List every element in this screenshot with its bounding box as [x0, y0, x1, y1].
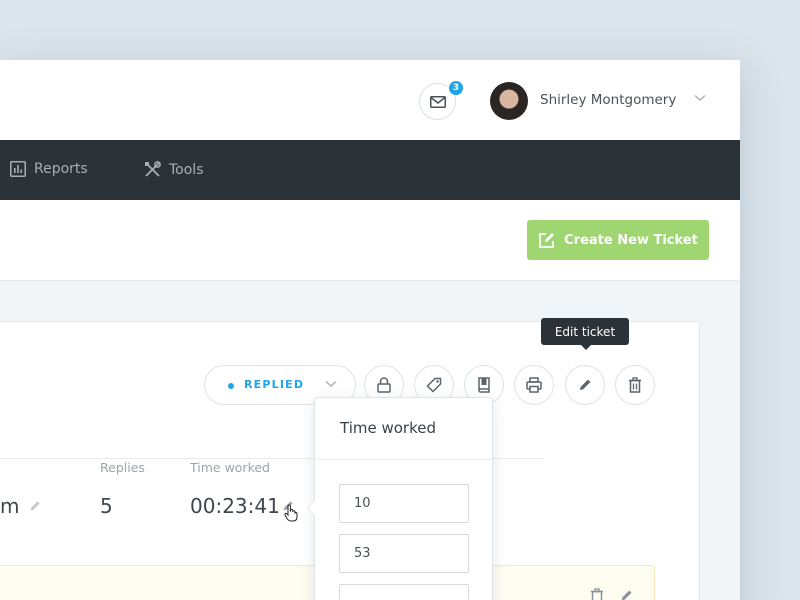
tools-icon	[145, 161, 161, 177]
lock-icon	[377, 377, 391, 393]
chevron-down-icon[interactable]	[694, 94, 706, 102]
pencil-icon[interactable]	[620, 589, 633, 600]
seconds-input[interactable]	[339, 584, 469, 600]
printer-icon	[526, 377, 542, 393]
nav-item-tools[interactable]: Tools	[144, 161, 204, 178]
user-name[interactable]: Shirley Montgomery	[540, 92, 676, 108]
trash-icon[interactable]	[590, 588, 604, 600]
nav-item-label: Tools	[169, 161, 204, 178]
minutes-input[interactable]	[339, 534, 469, 573]
edit-ticket-tooltip: Edit ticket	[541, 318, 629, 350]
time-worked-value: 00:23:41	[190, 494, 280, 518]
user-avatar[interactable]	[490, 82, 528, 120]
create-new-ticket-button[interactable]: Create New Ticket	[527, 220, 709, 260]
replies-label: Replies	[100, 460, 145, 475]
hand-cursor-icon	[284, 504, 298, 522]
create-ticket-label: Create New Ticket	[564, 232, 698, 248]
main-nav: Reports Tools	[0, 140, 740, 200]
edit-square-icon	[539, 232, 555, 248]
mail-icon	[429, 95, 446, 108]
top-header: 3 Shirley Montgomery	[0, 60, 740, 140]
truncated-stat-value: m	[0, 494, 20, 518]
edit-ticket-button[interactable]	[565, 365, 605, 405]
time-worked-popover: Time worked	[307, 397, 494, 600]
replies-value: 5	[100, 494, 113, 518]
trash-icon	[629, 377, 641, 393]
popover-title: Time worked	[340, 419, 436, 437]
bar-chart-icon	[10, 161, 26, 177]
hours-input[interactable]	[339, 484, 469, 523]
pencil-icon	[580, 379, 591, 390]
tag-icon	[426, 377, 442, 393]
nav-item-label: Reports	[34, 161, 88, 177]
pencil-icon[interactable]	[29, 500, 41, 512]
status-dot	[228, 383, 234, 389]
print-button[interactable]	[514, 365, 554, 405]
mail-count-badge: 3	[447, 79, 465, 97]
time-worked-label: Time worked	[190, 460, 270, 475]
action-bar: Create New Ticket	[0, 200, 740, 281]
delete-ticket-button[interactable]	[615, 365, 655, 405]
book-icon	[478, 377, 490, 393]
popover-divider	[315, 459, 494, 460]
status-label: REPLIED	[244, 378, 305, 391]
nav-item-reports[interactable]: Reports	[10, 161, 88, 177]
chevron-down-icon	[325, 380, 337, 388]
